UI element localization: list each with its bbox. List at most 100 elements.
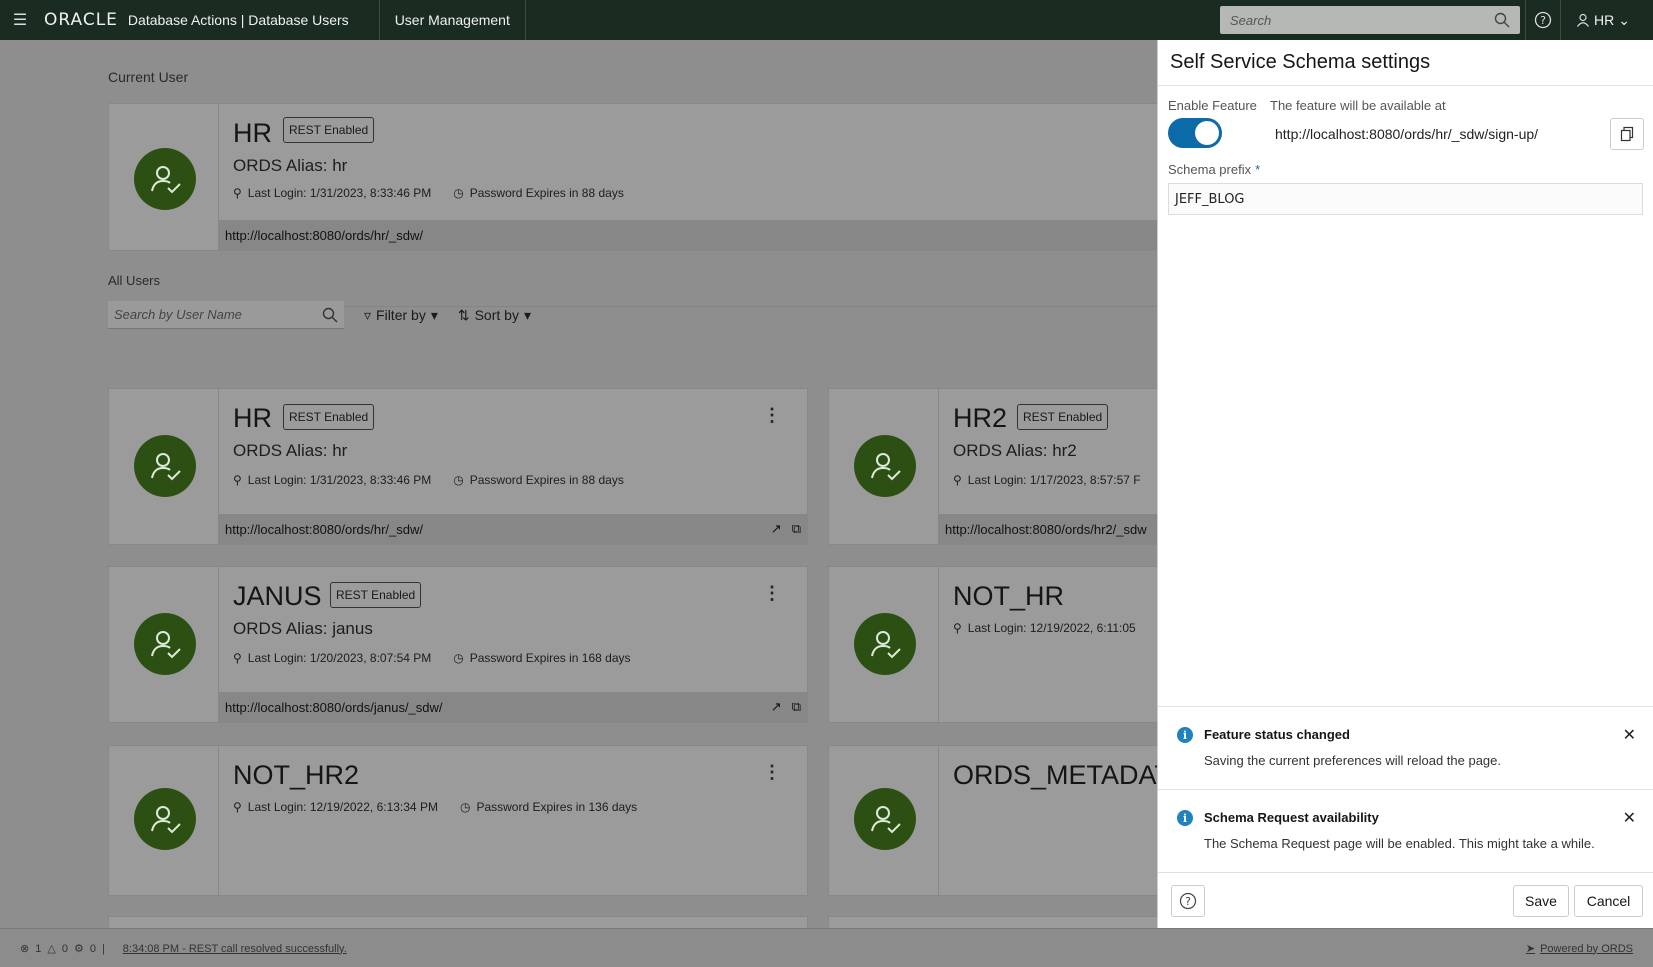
user-name: HR: [233, 118, 272, 148]
user-card[interactable]: ORDS_METADAT: [828, 745, 1157, 896]
gear-icon[interactable]: ⚙: [74, 942, 84, 955]
divider: [1158, 85, 1653, 86]
avatar: [854, 788, 916, 850]
url-bar: http://localhost:8080/ords/hr/_sdw/: [219, 220, 1157, 250]
login-meta: ⚲ Last Login: 12/19/2022, 6:11:05: [953, 621, 1136, 635]
toggle-knob: [1195, 121, 1219, 145]
caret-down-icon: ▾: [523, 306, 531, 323]
user-check-icon: [871, 453, 901, 481]
key-icon: ⚲: [953, 621, 962, 635]
schema-prefix-value: JEFF_BLOG: [1175, 191, 1245, 207]
schema-prefix-label: Schema prefix *: [1168, 162, 1260, 177]
clock-icon: ◷: [453, 186, 464, 200]
user-card[interactable]: [108, 916, 808, 928]
rest-badge: REST Enabled: [330, 582, 422, 608]
avatar: [854, 613, 916, 675]
nav-user-management[interactable]: User Management: [380, 0, 526, 40]
copy-url-button[interactable]: [1610, 118, 1644, 150]
last-login: Last Login: 12/19/2022, 6:11:05: [967, 621, 1136, 635]
avatar: [134, 788, 196, 850]
copy-icon[interactable]: ⧉: [792, 521, 801, 537]
top-bar: ☰ ORACLE Database Actions | Database Use…: [0, 0, 1653, 40]
avatar: [134, 148, 196, 210]
sort-by-label: Sort by: [474, 307, 519, 323]
key-icon: ⚲: [233, 800, 242, 814]
user-name: HR2: [953, 403, 1008, 433]
key-icon: ⚲: [233, 651, 242, 665]
user-card[interactable]: NOT_HR2 ⋮ ⚲ Last Login: 12/19/2022, 6:13…: [108, 745, 808, 896]
save-button[interactable]: Save: [1513, 885, 1569, 917]
schema-settings-panel: Self Service Schema settings Enable Feat…: [1157, 40, 1653, 928]
copy-icon[interactable]: ⧉: [792, 699, 801, 715]
all-users-heading: All Users: [108, 273, 161, 288]
status-message[interactable]: 8:34:08 PM - REST call resolved successf…: [123, 943, 347, 955]
open-external-icon[interactable]: ↗: [771, 521, 782, 537]
app-title: Database Actions | Database Users: [127, 12, 349, 28]
status-counters: ⊗ 1 △ 0 ⚙ 0 | 8:34:08 PM - REST call res…: [20, 929, 347, 967]
global-search-input[interactable]: Search: [1220, 6, 1520, 34]
user-menu[interactable]: HR ⌄: [1576, 0, 1630, 40]
login-meta: ⚲ Last Login: 12/19/2022, 6:13:34 PM ◷ P…: [233, 800, 637, 814]
key-icon: ⚲: [953, 473, 962, 487]
user-card[interactable]: HR REST Enabled ⋮ ORDS Alias: hr ⚲ Last …: [108, 388, 808, 545]
chevron-down-icon: ⌄: [1618, 11, 1630, 28]
user-check-icon: [151, 453, 181, 481]
menu-icon[interactable]: ☰: [0, 0, 40, 40]
oracle-logo: ORACLE: [44, 10, 118, 30]
password-expiry: Password Expires in 88 days: [469, 473, 624, 487]
search-icon: [1494, 12, 1510, 28]
user-url[interactable]: http://localhost:8080/ords/hr/_sdw/: [225, 522, 423, 537]
enable-feature-toggle[interactable]: [1168, 118, 1222, 148]
user-url[interactable]: http://localhost:8080/ords/hr/_sdw/: [225, 228, 423, 243]
powered-by-link[interactable]: ➤ Powered by ORDS: [1526, 929, 1633, 967]
url-bar: http://localhost:8080/ords/hr/_sdw/ ↗ ⧉: [219, 514, 807, 544]
warning-icon[interactable]: △: [47, 942, 55, 955]
close-icon[interactable]: ✕: [1623, 725, 1636, 745]
error-icon[interactable]: ⊗: [20, 942, 29, 955]
user-card[interactable]: JANUS REST Enabled ⋮ ORDS Alias: janus ⚲…: [108, 566, 808, 723]
more-icon[interactable]: ⋮: [763, 762, 781, 783]
more-icon[interactable]: ⋮: [763, 405, 781, 426]
schema-prefix-label-text: Schema prefix: [1168, 162, 1252, 177]
login-meta: ⚲ Last Login: 1/31/2023, 8:33:46 PM ◷ Pa…: [233, 473, 624, 487]
user-card[interactable]: NOT_HR ⚲ Last Login: 12/19/2022, 6:11:05: [828, 566, 1157, 723]
url-bar: http://localhost:8080/ords/janus/_sdw/ ↗…: [219, 692, 807, 722]
user-name: ORDS_METADAT: [953, 760, 1157, 790]
avatar: [134, 613, 196, 675]
task-count: 0: [89, 942, 96, 955]
filter-by-button[interactable]: ▿ Filter by ▾: [364, 307, 438, 324]
avatar: [854, 435, 916, 497]
current-user-card: HR REST Enabled ORDS Alias: hr ⚲ Last Lo…: [108, 103, 1157, 251]
current-user-heading: Current User: [108, 69, 189, 85]
rest-badge: REST Enabled: [283, 404, 375, 430]
error-count: 1: [35, 942, 42, 955]
last-login: Last Login: 1/31/2023, 8:33:46 PM: [247, 186, 432, 200]
last-login: Last Login: 1/31/2023, 8:33:46 PM: [247, 473, 432, 487]
close-icon[interactable]: ✕: [1623, 808, 1636, 828]
user-name: NOT_HR2: [233, 760, 360, 790]
user-search-input[interactable]: Search by User Name: [108, 301, 344, 329]
ords-alias: ORDS Alias: hr: [233, 441, 348, 460]
cancel-button[interactable]: Cancel: [1574, 885, 1643, 917]
user-search-placeholder: Search by User Name: [114, 307, 242, 322]
password-expiry: Password Expires in 168 days: [469, 651, 631, 665]
help-button[interactable]: ?: [1171, 885, 1205, 917]
user-card[interactable]: HR2 REST Enabled ORDS Alias: hr2 ⚲ Last …: [828, 388, 1157, 545]
login-meta: ⚲ Last Login: 1/17/2023, 8:57:57 F: [953, 473, 1141, 487]
login-meta: ⚲ Last Login: 1/20/2023, 8:07:54 PM ◷ Pa…: [233, 651, 631, 665]
url-bar: http://localhost:8080/ords/hr2/_sdw: [939, 514, 1157, 544]
user-url[interactable]: http://localhost:8080/ords/hr2/_sdw: [945, 522, 1147, 537]
notice-title: Schema Request availability: [1204, 810, 1379, 825]
panel-footer: ? Save Cancel: [1158, 872, 1653, 928]
schema-prefix-input[interactable]: JEFF_BLOG: [1168, 183, 1643, 215]
user-name: JANUS: [233, 581, 322, 611]
user-url[interactable]: http://localhost:8080/ords/janus/_sdw/: [225, 700, 443, 715]
more-icon[interactable]: ⋮: [763, 583, 781, 604]
sort-by-button[interactable]: ⇅ Sort by ▾: [458, 307, 531, 324]
user-check-icon: [151, 166, 181, 194]
open-external-icon[interactable]: ↗: [771, 699, 782, 715]
user-card[interactable]: [828, 916, 1157, 928]
powered-by-text: Powered by ORDS: [1540, 942, 1633, 955]
help-icon[interactable]: ?: [1525, 0, 1561, 40]
user-check-icon: [871, 631, 901, 659]
